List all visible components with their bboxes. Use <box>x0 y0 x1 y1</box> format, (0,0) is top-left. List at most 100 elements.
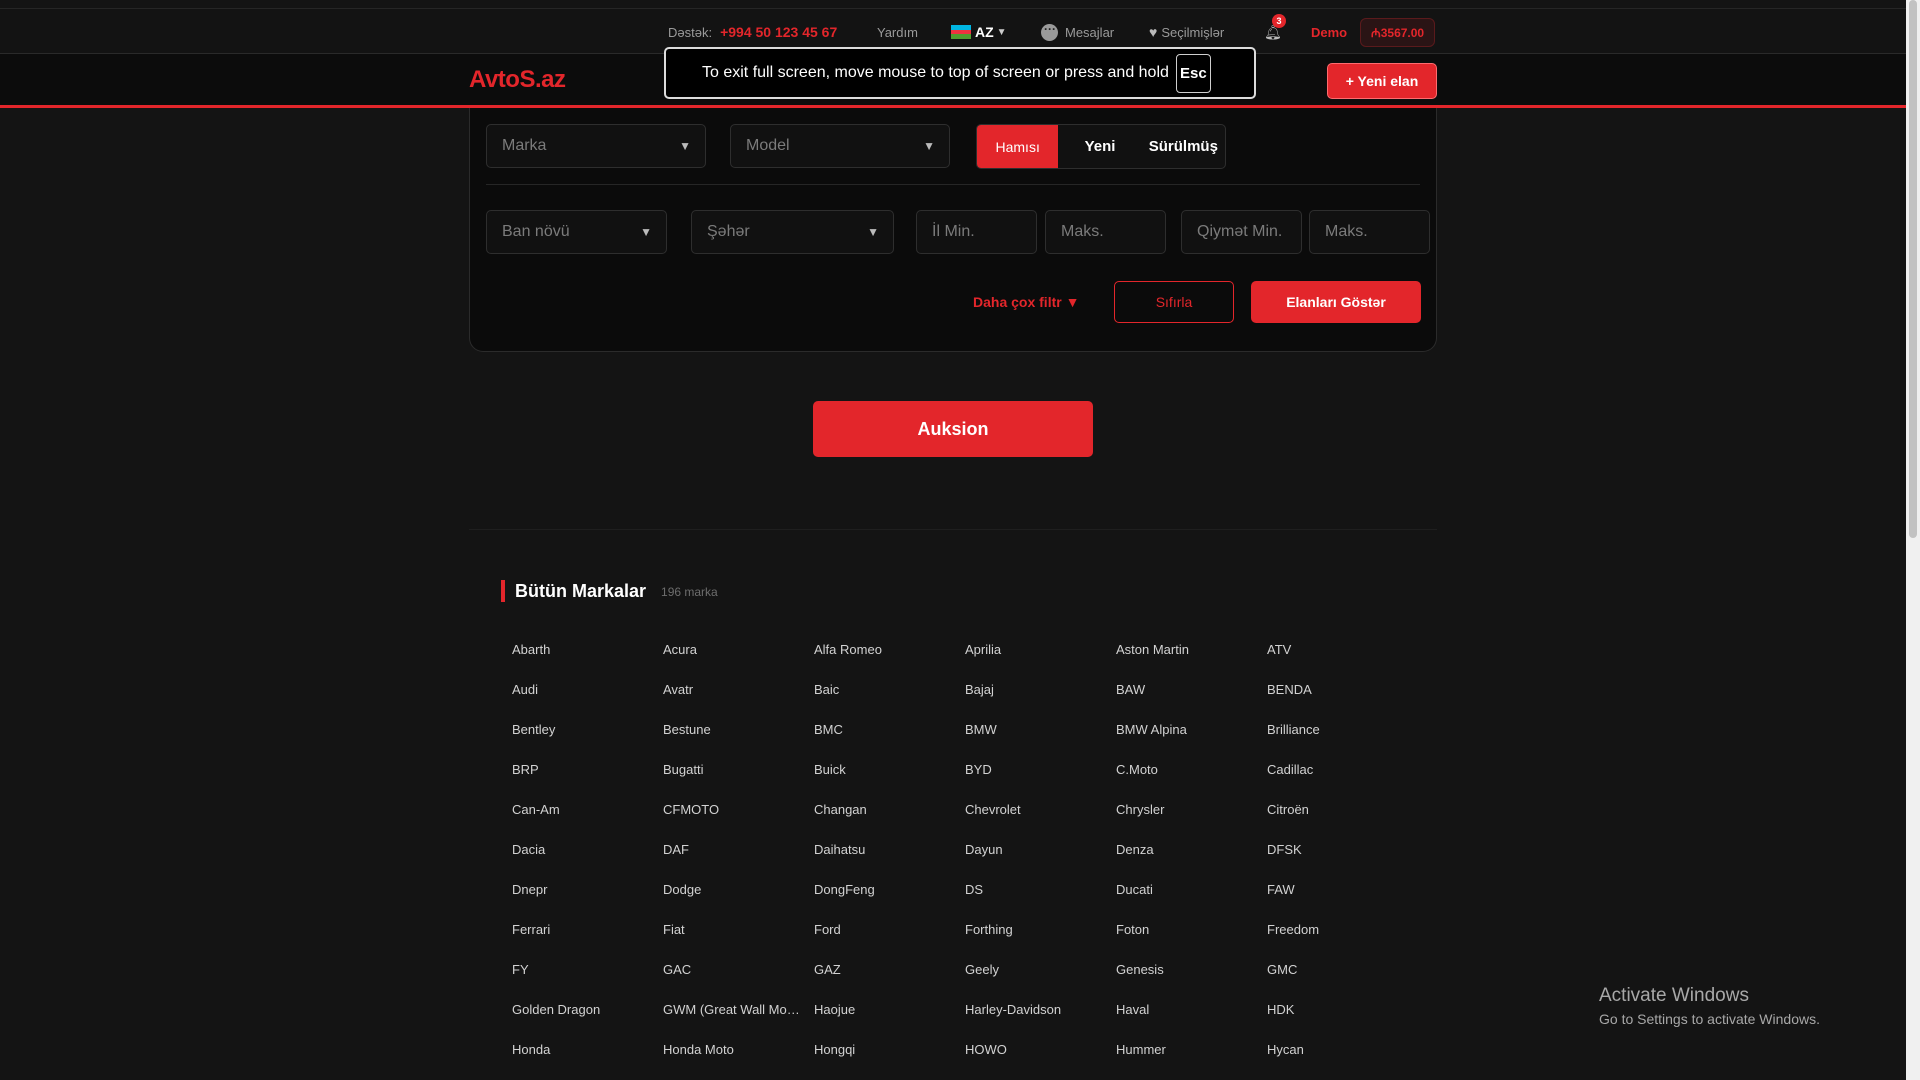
brand-link[interactable]: Dnepr <box>512 880 652 920</box>
brand-link[interactable]: BAW <box>1116 680 1256 720</box>
brand-link[interactable]: Citroën <box>1267 800 1407 840</box>
condition-new-tab[interactable]: Yeni <box>1058 125 1141 168</box>
brand-link[interactable]: BENDA <box>1267 680 1407 720</box>
brand-link[interactable]: Forthing <box>965 920 1105 960</box>
brand-link[interactable]: Aston Martin <box>1116 640 1256 680</box>
brand-link[interactable]: Abarth <box>512 640 652 680</box>
brand-link[interactable]: Bajaj <box>965 680 1105 720</box>
brand-link[interactable]: Fiat <box>663 920 803 960</box>
year-min-input[interactable]: İl Min. <box>916 210 1037 254</box>
city-select[interactable]: Şəhər ▼ <box>691 210 894 254</box>
brand-link[interactable]: BMW <box>965 720 1105 760</box>
heart-icon: ♥ <box>1149 24 1158 40</box>
watermark-title: Activate Windows <box>1599 985 1749 1006</box>
reset-button[interactable]: Sıfırla <box>1114 281 1234 323</box>
brand-link[interactable]: Ferrari <box>512 920 652 960</box>
show-listings-button[interactable]: Elanları Göstər <box>1251 281 1421 323</box>
filter-divider <box>486 184 1420 185</box>
brand-link[interactable]: GWM (Great Wall Motors) <box>663 1000 803 1040</box>
price-min-input[interactable]: Qiymət Min. <box>1181 210 1302 254</box>
notification-count-badge: 3 <box>1272 13 1286 28</box>
brand-link[interactable]: C.Moto <box>1116 760 1256 800</box>
brand-link[interactable]: HOWO <box>965 1040 1105 1080</box>
brand-link[interactable]: Bugatti <box>663 760 803 800</box>
brands-section-header: Bütün Markalar 196 marka <box>501 580 718 602</box>
brand-link[interactable]: Geely <box>965 960 1105 1000</box>
brand-link[interactable]: Hummer <box>1116 1040 1256 1080</box>
support-label: Dəstək: <box>668 24 713 40</box>
brand-link[interactable]: Audi <box>512 680 652 720</box>
brand-link[interactable]: BMC <box>814 720 954 760</box>
condition-used-tab[interactable]: Sürülmüş <box>1142 125 1225 168</box>
brand-link[interactable]: Genesis <box>1116 960 1256 1000</box>
year-max-input[interactable]: Maks. <box>1045 210 1166 254</box>
brand-link[interactable]: Dacia <box>512 840 652 880</box>
brand-link[interactable]: Chevrolet <box>965 800 1105 840</box>
brand-link[interactable]: Alfa Romeo <box>814 640 954 680</box>
section-accent-bar <box>501 580 505 602</box>
brand-link[interactable]: Changan <box>814 800 954 840</box>
brand-link[interactable]: Freedom <box>1267 920 1407 960</box>
brand-link[interactable]: GMC <box>1267 960 1407 1000</box>
brand-link[interactable]: Haval <box>1116 1000 1256 1040</box>
brand-link[interactable]: Cadillac <box>1267 760 1407 800</box>
brand-link[interactable]: Buick <box>814 760 954 800</box>
brand-link[interactable]: Honda <box>512 1040 652 1080</box>
more-filters-link[interactable]: Daha çox filtr ▼ <box>973 294 1079 310</box>
brand-link[interactable]: Dayun <box>965 840 1105 880</box>
brand-link[interactable]: Denza <box>1116 840 1256 880</box>
brand-link[interactable]: Foton <box>1116 920 1256 960</box>
brand-link[interactable]: GAC <box>663 960 803 1000</box>
brand-link[interactable]: BRP <box>512 760 652 800</box>
brand-link[interactable]: DAF <box>663 840 803 880</box>
brand-select[interactable]: Marka ▼ <box>486 124 706 168</box>
user-menu[interactable]: Demo <box>1311 9 1347 55</box>
brand-link[interactable]: Ford <box>814 920 954 960</box>
price-max-input[interactable]: Maks. <box>1309 210 1430 254</box>
body-type-select[interactable]: Ban növü ▼ <box>486 210 667 254</box>
auction-button[interactable]: Auksion <box>813 401 1093 457</box>
site-logo[interactable]: AvtoS.az <box>469 66 566 94</box>
brand-link[interactable]: Harley-Davidson <box>965 1000 1105 1040</box>
brand-link[interactable]: Bentley <box>512 720 652 760</box>
brand-link[interactable]: Brilliance <box>1267 720 1407 760</box>
brand-link[interactable]: BMW Alpina <box>1116 720 1256 760</box>
brand-link[interactable]: BYD <box>965 760 1105 800</box>
condition-all-tab[interactable]: Hamısı <box>977 125 1059 168</box>
brand-link[interactable]: Haojue <box>814 1000 954 1040</box>
brand-link[interactable]: Honda Moto <box>663 1040 803 1080</box>
brand-link[interactable]: FAW <box>1267 880 1407 920</box>
brand-link[interactable]: DFSK <box>1267 840 1407 880</box>
brand-link[interactable]: Bestune <box>663 720 803 760</box>
brand-link[interactable]: Chrysler <box>1116 800 1256 840</box>
scrollbar-thumb[interactable] <box>1909 0 1917 538</box>
brand-link[interactable]: CFMOTO <box>663 800 803 840</box>
dropdown-arrow-icon: ▼ <box>679 139 691 153</box>
brand-link[interactable]: Avatr <box>663 680 803 720</box>
chevron-down-icon: ▼ <box>996 26 1007 38</box>
brand-link[interactable]: DS <box>965 880 1105 920</box>
esc-key-label: Esc <box>1175 53 1211 93</box>
brand-link[interactable]: FY <box>512 960 652 1000</box>
page-scrollbar[interactable] <box>1906 0 1920 1080</box>
brand-link[interactable]: Dodge <box>663 880 803 920</box>
brand-link[interactable]: Hongqi <box>814 1040 954 1080</box>
brand-link[interactable]: Ducati <box>1116 880 1256 920</box>
brand-link[interactable]: Daihatsu <box>814 840 954 880</box>
brand-link[interactable]: Golden Dragon <box>512 1000 652 1040</box>
brand-link[interactable]: ATV <box>1267 640 1407 680</box>
watermark-subtitle: Go to Settings to activate Windows. <box>1599 1011 1820 1027</box>
brand-link[interactable]: Acura <box>663 640 803 680</box>
brand-link[interactable]: Hycan <box>1267 1040 1407 1080</box>
notifications-button[interactable]: 🔔︎ 3 <box>1264 9 1286 55</box>
new-ad-button[interactable]: + Yeni elan <box>1327 63 1437 99</box>
brand-link[interactable]: Baic <box>814 680 954 720</box>
model-select[interactable]: Model ▼ <box>730 124 950 168</box>
brand-link[interactable]: DongFeng <box>814 880 954 920</box>
brand-link[interactable]: HDK <box>1267 1000 1407 1040</box>
brand-link[interactable]: GAZ <box>814 960 954 1000</box>
support-phone-link[interactable]: +994 50 123 45 67 <box>720 24 837 40</box>
brand-link[interactable]: Can-Am <box>512 800 652 840</box>
balance-badge[interactable]: ₼3567.00 <box>1360 17 1436 47</box>
brand-link[interactable]: Aprilia <box>965 640 1105 680</box>
